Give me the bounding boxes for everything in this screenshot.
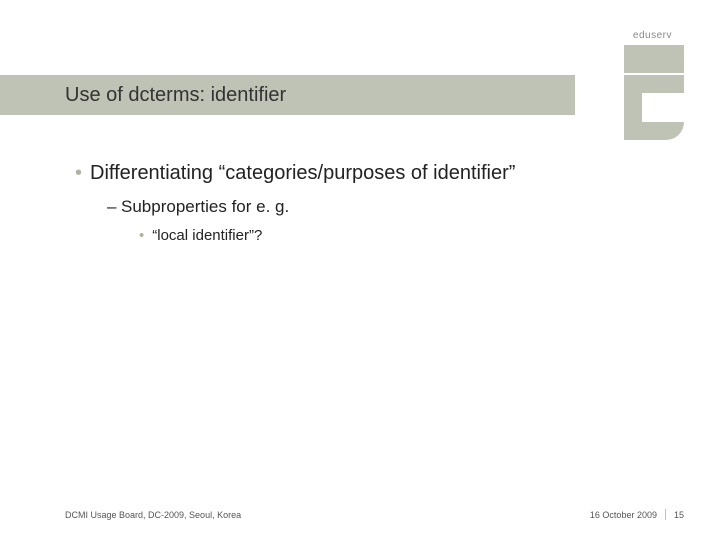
- bullet-level-1: • Differentiating “categories/purposes o…: [75, 160, 660, 187]
- bullet-dash-icon: –: [107, 195, 121, 219]
- slide: eduserv Use of dcterms: identifier • Dif…: [0, 0, 720, 540]
- footer-right: 16 October 2009 15: [590, 509, 684, 520]
- footer: DCMI Usage Board, DC-2009, Seoul, Korea …: [65, 509, 684, 520]
- bullet-l2-text: Subproperties for e. g.: [121, 195, 289, 219]
- footer-date: 16 October 2009: [590, 510, 657, 520]
- brand-label: eduserv: [633, 30, 672, 41]
- bullet-l1-text: Differentiating “categories/purposes of …: [90, 160, 515, 187]
- footer-separator: [665, 509, 666, 520]
- bullet-dot-icon: •: [75, 160, 82, 187]
- bullet-level-3: • “local identifier”?: [139, 225, 660, 246]
- footer-left: DCMI Usage Board, DC-2009, Seoul, Korea: [65, 510, 241, 520]
- bullet-level-2: – Subproperties for e. g.: [107, 195, 660, 219]
- bullet-l3-text: “local identifier”?: [152, 225, 262, 246]
- title-band: Use of dcterms: identifier: [0, 75, 575, 115]
- logo-block-top: [624, 45, 684, 73]
- footer-page-number: 15: [674, 510, 684, 520]
- slide-title: Use of dcterms: identifier: [0, 84, 286, 107]
- content-area: • Differentiating “categories/purposes o…: [75, 160, 660, 246]
- bullet-dot-small-icon: •: [139, 225, 144, 246]
- logo-letter-e: [624, 75, 684, 140]
- eduserv-logo: [624, 45, 684, 140]
